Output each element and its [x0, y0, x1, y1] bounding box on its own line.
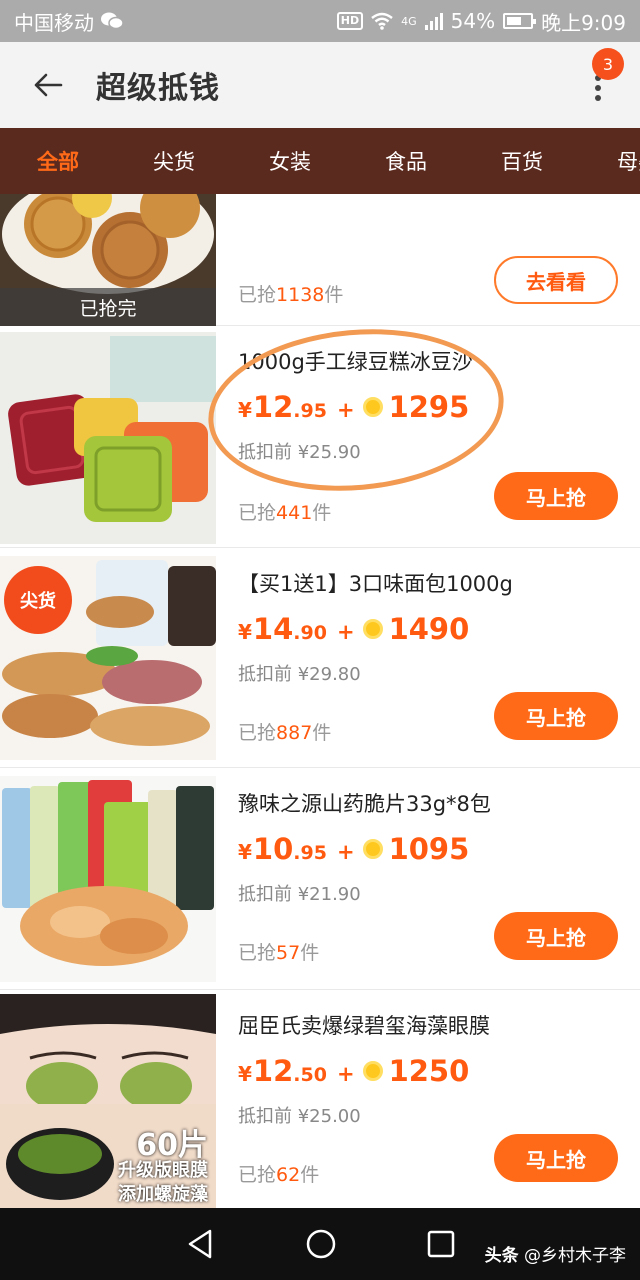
price: ¥14.90 +1490	[238, 612, 470, 646]
grab-button[interactable]: 马上抢	[494, 692, 618, 740]
product-image: 60片 升级版眼膜 添加螺旋藻	[0, 994, 216, 1208]
promo-text-upgrade: 升级版眼膜	[118, 1160, 208, 1181]
page-title: 超级抵钱	[96, 71, 220, 106]
tab-mother-baby[interactable]: 母婴	[580, 146, 640, 176]
product-image	[0, 776, 216, 982]
sold-out-overlay: 已抢完	[0, 288, 216, 326]
product-image: 尖货	[0, 556, 216, 760]
more-vertical-icon	[595, 75, 601, 101]
battery-icon	[503, 13, 537, 29]
battery-percent: 54%	[450, 9, 496, 33]
system-nav-bar: 头条 @乡村木子李	[0, 1208, 640, 1280]
grab-button[interactable]: 马上抢	[494, 1134, 618, 1182]
original-price: 抵扣前 ¥25.00	[238, 1106, 361, 1127]
sold-count: 已抢62件	[238, 1164, 320, 1186]
notification-badge: 3	[592, 48, 624, 80]
trendy-tag-badge: 尖货	[4, 566, 72, 634]
original-price: 抵扣前 ¥21.90	[238, 884, 361, 905]
back-arrow-icon	[34, 73, 63, 97]
wechat-icon	[101, 12, 124, 30]
nav-back-icon[interactable]	[185, 1228, 215, 1260]
watermark: 头条 @乡村木子李	[484, 1246, 626, 1266]
tab-general-goods[interactable]: 百货	[464, 146, 580, 176]
app-header: 超级抵钱 3	[0, 42, 640, 128]
status-bar: 中国移动 HD 4G 54% 晚上9:09	[0, 0, 640, 42]
wifi-icon	[371, 12, 393, 30]
product-name: 屈臣氏卖爆绿碧玺海藻眼膜	[238, 1014, 490, 1038]
product-name: 豫味之源山药脆片33g*8包	[238, 792, 491, 816]
coin-icon	[362, 619, 383, 639]
list-item[interactable]: 尖货 【买1送1】3口味面包1000g ¥14.90 +1490 抵扣前 ¥29.…	[0, 548, 640, 768]
original-price: 抵扣前 ¥29.80	[238, 664, 361, 685]
product-name: 【买1送1】3口味面包1000g	[238, 572, 513, 596]
sold-count: 已抢1138件	[238, 284, 344, 306]
coin-icon	[362, 1061, 383, 1081]
grab-button[interactable]: 马上抢	[494, 912, 618, 960]
carrier-label: 中国移动	[14, 10, 94, 35]
signal-icon	[424, 12, 443, 30]
list-item[interactable]: 60片 升级版眼膜 添加螺旋藻 屈臣氏卖爆绿碧玺海藻眼膜 ¥12.50 +1250…	[0, 990, 640, 1208]
list-item[interactable]: 豫味之源山药脆片33g*8包 ¥10.95 +1095 抵扣前 ¥21.90 已抢…	[0, 768, 640, 990]
promo-text-spirulina: 添加螺旋藻	[118, 1184, 208, 1205]
product-list: 已抢完 已抢1138件 去看看 1000g手工绿豆糕冰豆沙 ¥12.95 +129…	[0, 194, 640, 1208]
grab-button[interactable]: 马上抢	[494, 472, 618, 520]
hd-icon: HD	[336, 12, 364, 30]
category-tabs: 全部 尖货 女装 食品 百货 母婴	[0, 128, 640, 194]
sold-count: 已抢57件	[238, 942, 320, 964]
tab-women-clothing[interactable]: 女装	[232, 146, 348, 176]
coin-icon	[362, 839, 383, 859]
back-button[interactable]	[0, 42, 96, 128]
product-image: 已抢完	[0, 194, 216, 326]
nav-recents-icon[interactable]	[427, 1230, 455, 1258]
network-type: 4G	[401, 14, 417, 28]
tab-all[interactable]: 全部	[0, 146, 116, 176]
tab-trendy[interactable]: 尖货	[116, 146, 232, 176]
sold-count: 已抢441件	[238, 502, 332, 524]
nav-home-icon[interactable]	[305, 1228, 337, 1260]
price: ¥10.95 +1095	[238, 832, 470, 866]
product-image	[0, 332, 216, 544]
price: ¥12.50 +1250	[238, 1054, 470, 1088]
tab-food[interactable]: 食品	[348, 146, 464, 176]
clock: 晚上9:09	[541, 10, 626, 35]
list-item[interactable]: 已抢完 已抢1138件 去看看	[0, 194, 640, 326]
sold-count: 已抢887件	[238, 722, 332, 744]
view-button[interactable]: 去看看	[494, 256, 618, 304]
